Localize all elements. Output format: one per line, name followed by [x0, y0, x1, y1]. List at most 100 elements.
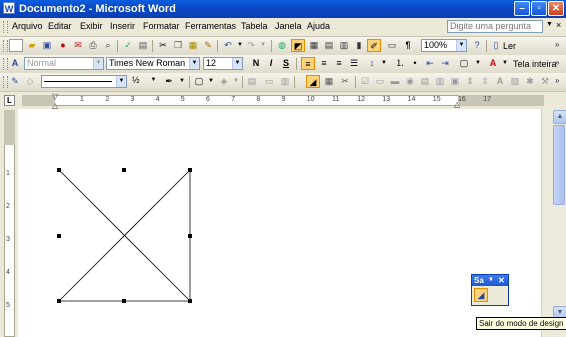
insert-table-icon[interactable]: ▤ — [322, 39, 336, 52]
insert-table-icon[interactable]: ▤ — [245, 75, 259, 88]
columns-icon[interactable]: ▮ — [352, 39, 366, 52]
insert-excel-icon[interactable]: ▥ — [337, 39, 351, 52]
justify-icon[interactable]: ☰ — [347, 57, 361, 70]
styles-pane-icon[interactable]: A — [8, 57, 22, 70]
toolbar-dropdown-icon[interactable]: ▼ — [488, 275, 494, 286]
line-style-select[interactable]: ▼ — [41, 75, 127, 88]
permission-icon[interactable]: ● — [56, 39, 70, 52]
toolbar-grip[interactable] — [3, 40, 8, 52]
outside-border-dropdown-icon[interactable]: ▼ — [204, 75, 218, 88]
first-line-indent-marker[interactable]: ▽ — [52, 92, 58, 101]
copy-icon[interactable]: ❐ — [171, 39, 185, 52]
scroll-up-icon[interactable]: ▲ — [553, 110, 566, 124]
font-select[interactable]: Times New Roman ▼ — [106, 57, 200, 70]
option-button-icon[interactable]: ◉ — [403, 75, 417, 88]
drawing-icon[interactable]: ✐ — [367, 39, 381, 52]
save-icon[interactable]: ▣ — [40, 39, 54, 52]
tables-borders-icon[interactable]: ▦ — [307, 39, 321, 52]
align-right-icon[interactable]: ≡ — [332, 57, 346, 70]
help-search-input[interactable]: Digite uma pergunta — [447, 20, 543, 33]
view-code-icon[interactable]: ✂ — [338, 75, 352, 88]
underline-button[interactable]: S — [279, 57, 293, 70]
toolbar-options-icon[interactable]: » — [555, 76, 559, 85]
merge-cells-icon[interactable]: ▭ — [262, 75, 276, 88]
toolbar-options-icon[interactable]: » — [555, 40, 559, 49]
menu-editar[interactable]: Editar — [48, 21, 72, 32]
menu-arquivo[interactable]: Arquivo — [12, 21, 43, 32]
numbering-icon[interactable]: ⒈ — [393, 57, 407, 70]
full-screen-label[interactable]: Tela inteira — [513, 59, 557, 69]
toolbar-close-icon[interactable]: ✕ — [498, 275, 505, 286]
hyperlink-icon[interactable]: ◍ — [275, 39, 289, 52]
border-color-icon[interactable]: ✒ — [162, 75, 176, 88]
show-formatting-icon[interactable]: ¶ — [401, 39, 415, 52]
line-spacing-dropdown-icon[interactable]: ▼ — [377, 57, 391, 70]
design-mode-icon[interactable]: ◩ — [291, 39, 305, 52]
more-controls-icon[interactable]: ✱ — [523, 75, 537, 88]
shading-dropdown-icon[interactable]: ▼ — [229, 75, 243, 88]
combobox-control-icon[interactable]: ▥ — [433, 75, 447, 88]
menu-inserir[interactable]: Inserir — [110, 21, 135, 32]
properties-icon[interactable]: ▦ — [322, 75, 336, 88]
font-size-select[interactable]: 12 ▼ — [203, 57, 243, 70]
word-app-icon[interactable]: W — [3, 2, 15, 14]
listbox-control-icon[interactable]: ▤ — [418, 75, 432, 88]
read-icon[interactable]: ▯ — [489, 39, 503, 52]
checkbox-control-icon[interactable]: ☑ — [358, 75, 372, 88]
format-painter-icon[interactable]: ✎ — [201, 39, 215, 52]
more-controls-icon-2[interactable]: ⚒ — [538, 75, 552, 88]
menu-ajuda[interactable]: Ajuda — [307, 21, 330, 32]
print-icon[interactable]: ⎙ — [86, 39, 100, 52]
menu-grip[interactable] — [3, 21, 8, 33]
design-mode-toggle-icon[interactable]: ◢ — [306, 75, 320, 88]
exit-design-toolbar-title[interactable]: Sa ▼ ✕ — [472, 275, 508, 286]
style-select[interactable]: Normal ▼ — [24, 57, 104, 70]
spelling-icon[interactable]: ✓ — [121, 39, 135, 52]
help-icon[interactable]: ? — [470, 39, 484, 52]
paste-icon[interactable]: ▦ — [186, 39, 200, 52]
email-icon[interactable]: ✉ — [71, 39, 85, 52]
border-icon[interactable]: ▢ — [457, 57, 471, 70]
menu-formatar[interactable]: Formatar — [143, 21, 180, 32]
document-page[interactable] — [18, 109, 541, 337]
split-cells-icon[interactable]: ▥ — [278, 75, 292, 88]
align-left-icon[interactable]: ≡ — [301, 57, 315, 70]
document-map-icon[interactable]: ▭ — [385, 39, 399, 52]
scroll-thumb[interactable] — [553, 125, 565, 205]
drawing-canvas[interactable] — [18, 109, 541, 337]
image-control-icon[interactable]: ▨ — [508, 75, 522, 88]
font-color-dropdown-icon[interactable]: ▼ — [498, 57, 512, 70]
italic-button[interactable]: I — [264, 57, 278, 70]
toggle-button-icon[interactable]: ▣ — [448, 75, 462, 88]
label-control-icon[interactable]: A — [493, 75, 507, 88]
help-dropdown-icon[interactable]: ▼ — [546, 21, 553, 28]
draw-icon[interactable]: ✎ — [8, 75, 22, 88]
border-dropdown-icon[interactable]: ▼ — [471, 57, 485, 70]
print-preview-icon[interactable]: ⌕ — [101, 39, 115, 52]
maximize-button[interactable]: ▫ — [531, 1, 547, 16]
zoom-select[interactable]: 100% ▼ — [421, 39, 467, 52]
menu-ferramentas[interactable]: Ferramentas — [185, 21, 236, 32]
bullets-icon[interactable]: • — [408, 57, 422, 70]
scrollbar-control-icon[interactable]: ⇳ — [478, 75, 492, 88]
doc-close-icon[interactable]: × — [556, 20, 561, 30]
align-center-icon[interactable]: ≡ — [317, 57, 331, 70]
read-label[interactable]: Ler — [503, 41, 516, 51]
toolbar-options-icon[interactable]: » — [555, 58, 559, 67]
eraser-icon[interactable]: ◇ — [23, 75, 37, 88]
exit-design-mode-button[interactable]: ◢ — [474, 288, 488, 302]
cut-icon[interactable]: ✂ — [156, 39, 170, 52]
open-folder-icon[interactable]: ▰ — [25, 39, 39, 52]
menu-exibir[interactable]: Exibir — [80, 21, 103, 32]
bold-button[interactable]: N — [249, 57, 263, 70]
tab-selector-icon[interactable]: L — [4, 95, 15, 106]
line-weight-select[interactable]: ½ ▼ — [130, 75, 158, 88]
research-icon[interactable]: ▤ — [136, 39, 150, 52]
spin-button-icon[interactable]: ⇕ — [463, 75, 477, 88]
border-color-dropdown-icon[interactable]: ▼ — [175, 75, 189, 88]
button-control-icon[interactable]: ▬ — [388, 75, 402, 88]
right-indent-marker[interactable]: △ — [454, 100, 460, 109]
textbox-control-icon[interactable]: ▭ — [373, 75, 387, 88]
minimize-button[interactable]: – — [514, 1, 530, 16]
new-document-icon[interactable] — [9, 39, 23, 52]
